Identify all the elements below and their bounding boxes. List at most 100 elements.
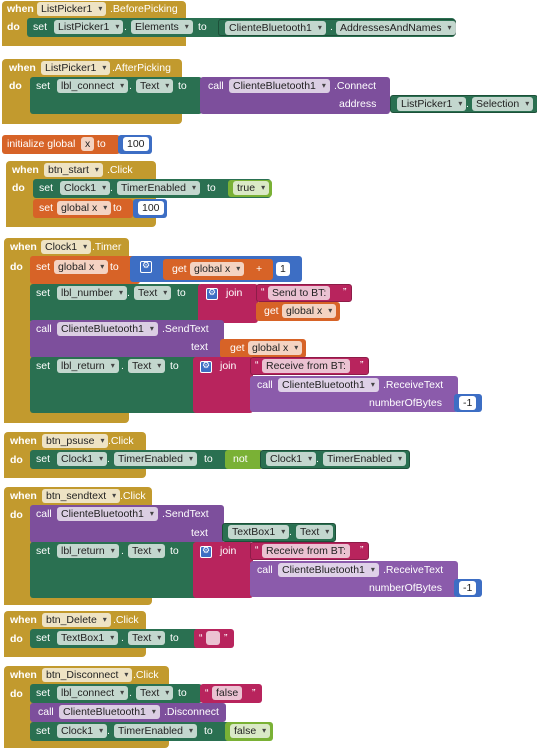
property-dropdown[interactable]: TimerEnabled	[117, 181, 200, 195]
gear-icon[interactable]	[200, 360, 212, 373]
number-value[interactable]: 1	[276, 262, 290, 276]
number-value[interactable]: -1	[459, 396, 477, 410]
get-label: get	[230, 342, 245, 354]
component-dropdown[interactable]: ClienteBluetooth1	[278, 563, 379, 577]
component-dropdown[interactable]: btn_sendtext	[42, 489, 121, 503]
method-name: .SendText	[162, 323, 209, 335]
dot-label: .	[289, 526, 292, 538]
component-dropdown[interactable]: ClienteBluetooth1	[57, 507, 158, 521]
component-dropdown[interactable]: btn_psuse	[42, 434, 109, 448]
property-dropdown[interactable]: TimerEnabled	[114, 452, 197, 466]
component-dropdown[interactable]: ClienteBluetooth1	[59, 705, 160, 719]
property-dropdown[interactable]: TimerEnabled	[323, 452, 406, 466]
component-dropdown[interactable]: lbl_return	[57, 359, 119, 373]
component-dropdown[interactable]: TextBox1	[228, 525, 290, 539]
component-dropdown[interactable]: Clock1	[57, 724, 108, 738]
to-label: to	[198, 21, 207, 33]
gear-icon[interactable]	[206, 287, 218, 300]
component-dropdown[interactable]: Clock1	[57, 452, 108, 466]
component-dropdown[interactable]: Clock1	[266, 452, 317, 466]
property-dropdown[interactable]: AddressesAndNames	[336, 21, 456, 35]
property-dropdown[interactable]: TimerEnabled	[114, 724, 197, 738]
do-label: do	[10, 633, 23, 645]
component-dropdown[interactable]: lbl_connect	[57, 79, 129, 93]
number-value[interactable]: 100	[123, 137, 149, 151]
component-dropdown[interactable]: btn_Disconnect	[42, 668, 133, 682]
dot-label: .	[129, 687, 132, 699]
call-label: call	[257, 379, 273, 391]
property-dropdown[interactable]: Text	[136, 79, 174, 93]
set-label: set	[36, 287, 51, 299]
event-name: .AfterPicking	[112, 62, 171, 74]
property-dropdown[interactable]: Text	[128, 631, 166, 645]
number-value[interactable]: -1	[459, 581, 477, 595]
event-name: .Click	[107, 164, 133, 176]
variable-dropdown[interactable]: global x	[57, 201, 112, 215]
set-label: set	[36, 725, 51, 737]
component-dropdown[interactable]: TextBox1	[57, 631, 119, 645]
boolean-dropdown[interactable]: false	[230, 724, 271, 738]
text-value[interactable]: Receive from BT:	[262, 359, 350, 373]
set-label: set	[36, 80, 51, 92]
to-label: to	[170, 360, 179, 372]
join-label: join	[220, 360, 237, 372]
dot-label: .	[124, 21, 127, 33]
component-dropdown[interactable]: btn_start	[44, 163, 103, 177]
component-dropdown[interactable]: ListPicker1	[41, 61, 111, 75]
text-value[interactable]: Send to BT:	[268, 286, 331, 300]
component-dropdown[interactable]: ListPicker1	[397, 97, 467, 111]
to-label: to	[204, 725, 213, 737]
property-dropdown[interactable]: Elements	[131, 20, 193, 34]
number-value[interactable]: 100	[138, 201, 164, 215]
variable-dropdown[interactable]: global x	[190, 262, 245, 276]
dot-label: .	[127, 287, 130, 299]
text-value[interactable]: false	[212, 686, 243, 700]
gear-icon[interactable]	[200, 545, 212, 558]
property-dropdown[interactable]: Text	[136, 686, 174, 700]
when-label: when	[10, 241, 37, 253]
dot-label: .	[316, 453, 319, 465]
event-name: .Click	[113, 614, 139, 626]
variable-dropdown[interactable]: global x	[282, 304, 337, 318]
set-label: set	[39, 182, 54, 194]
get-label: get	[172, 263, 187, 275]
boolean-dropdown[interactable]: true	[233, 181, 270, 195]
component-dropdown[interactable]: Clock1	[60, 181, 111, 195]
component-dropdown[interactable]: btn_Delete	[42, 613, 111, 627]
when-label: when	[12, 164, 39, 176]
component-dropdown[interactable]: ClienteBluetooth1	[229, 79, 330, 93]
variable-dropdown[interactable]: global x	[248, 341, 303, 355]
method-name: .SendText	[162, 508, 209, 520]
event-block-footer	[2, 36, 186, 46]
variable-name-field[interactable]: x	[81, 137, 95, 151]
property-dropdown[interactable]: Text	[134, 286, 172, 300]
property-dropdown[interactable]: Selection	[472, 97, 534, 111]
to-label: to	[170, 545, 179, 557]
do-label: do	[10, 261, 23, 273]
component-dropdown[interactable]: ClienteBluetooth1	[225, 21, 326, 35]
property-dropdown[interactable]: Text	[296, 525, 334, 539]
variable-dropdown[interactable]: global x	[54, 260, 109, 274]
dot-label: .	[107, 453, 110, 465]
component-dropdown[interactable]: ListPicker1	[37, 2, 107, 16]
component-dropdown[interactable]: lbl_return	[57, 544, 119, 558]
dot-label: .	[107, 725, 110, 737]
component-dropdown[interactable]: ClienteBluetooth1	[278, 378, 379, 392]
gear-icon[interactable]	[140, 260, 152, 273]
quote-open: “	[255, 359, 259, 371]
property-dropdown[interactable]: Text	[128, 359, 166, 373]
arg-label: text	[191, 527, 208, 539]
event-name: .Click	[120, 490, 146, 502]
event-name: .Timer	[92, 241, 122, 253]
component-dropdown[interactable]: lbl_connect	[57, 686, 129, 700]
component-dropdown[interactable]: Clock1	[41, 240, 92, 254]
to-label: to	[207, 182, 216, 194]
component-dropdown[interactable]: lbl_number	[57, 286, 127, 300]
property-dropdown[interactable]: Text	[128, 544, 166, 558]
do-label: do	[10, 509, 23, 521]
component-dropdown[interactable]: ListPicker1	[54, 20, 124, 34]
quote-open: “	[205, 687, 209, 699]
text-value[interactable]: Receive from BT:	[262, 544, 350, 558]
component-dropdown[interactable]: ClienteBluetooth1	[57, 322, 158, 336]
text-value-empty[interactable]	[206, 631, 220, 645]
